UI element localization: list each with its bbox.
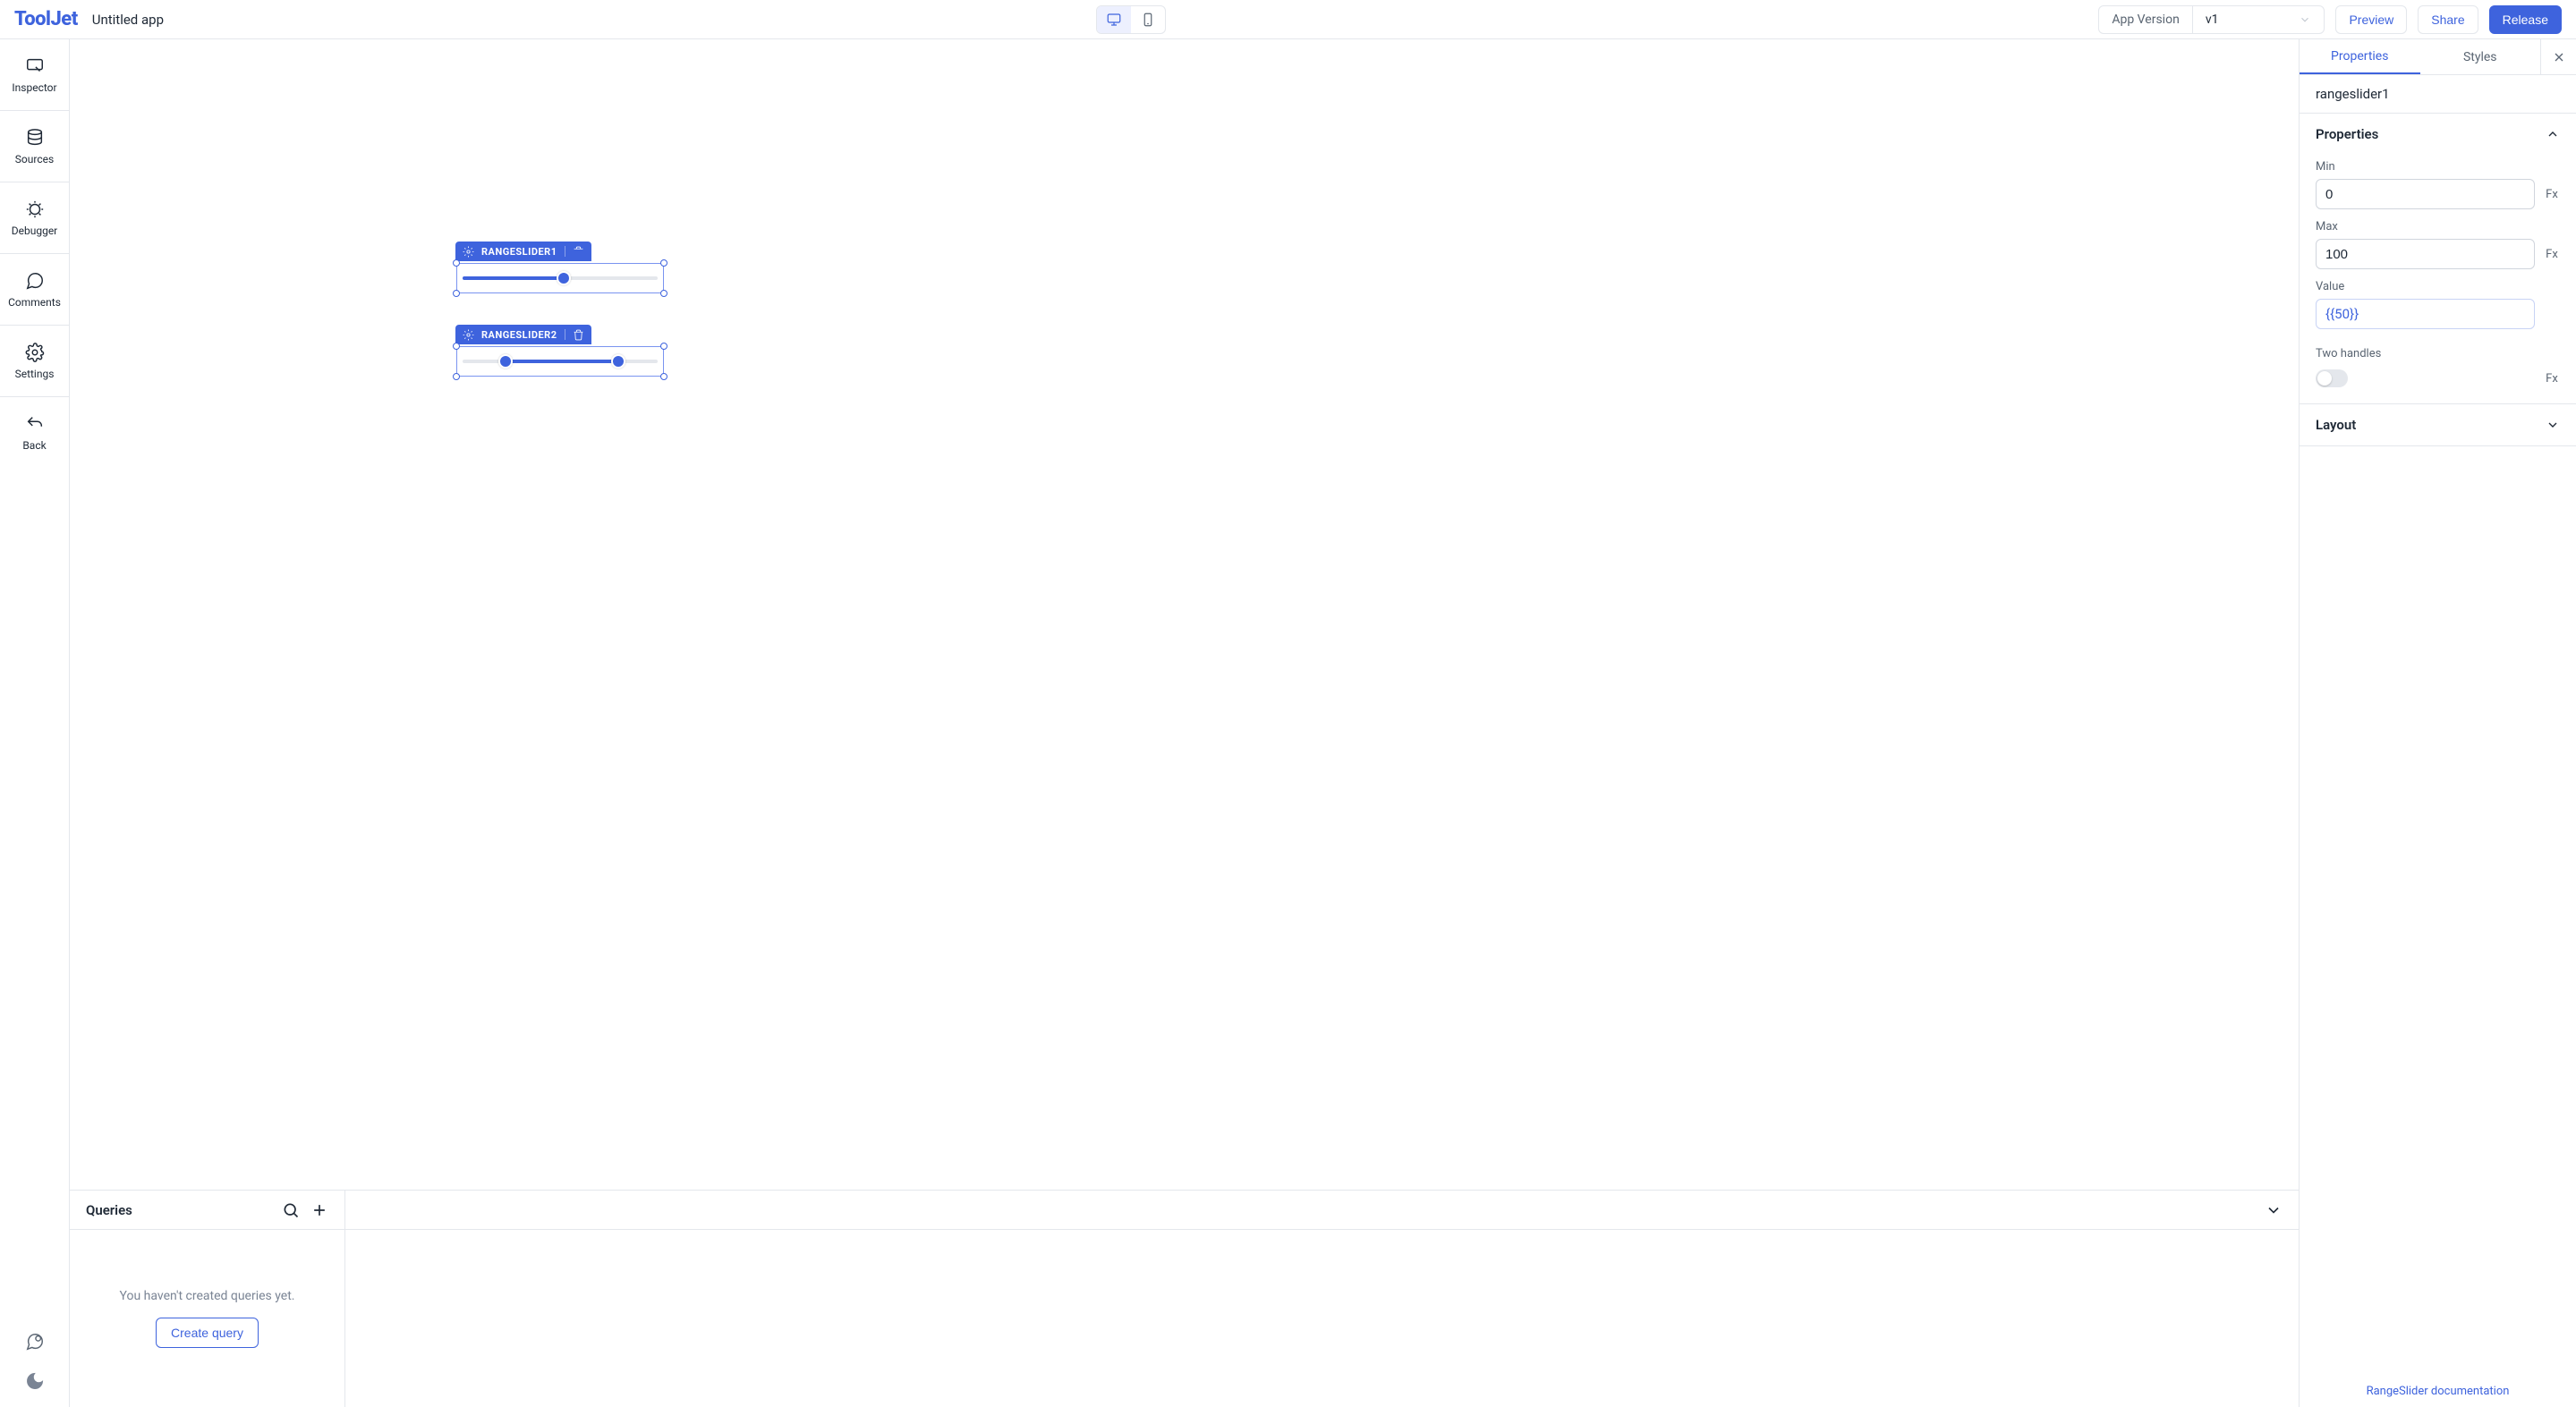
workspace: RANGESLIDER1 RANGESLIDER2 xyxy=(70,39,2299,1407)
value-input[interactable] xyxy=(2316,299,2535,329)
section-layout-title: Layout xyxy=(2316,417,2356,433)
dark-mode-icon[interactable] xyxy=(25,1371,45,1391)
fx-button-max[interactable]: Fx xyxy=(2544,248,2560,261)
preview-button[interactable]: Preview xyxy=(2335,5,2407,34)
rail-comments[interactable]: Comments xyxy=(0,254,69,326)
component-name[interactable]: rangeslider1 xyxy=(2300,75,2576,114)
widget-label: RANGESLIDER1 xyxy=(481,246,557,258)
chevron-down-icon[interactable] xyxy=(2265,1201,2283,1219)
widget-tag-rangeslider1[interactable]: RANGESLIDER1 xyxy=(455,242,591,261)
section-properties-header[interactable]: Properties xyxy=(2300,114,2576,155)
database-icon xyxy=(25,128,45,148)
back-icon xyxy=(25,414,45,434)
logo: ToolJet xyxy=(14,8,78,30)
min-label: Min xyxy=(2316,160,2560,174)
bug-icon xyxy=(25,199,45,219)
version-label: App Version xyxy=(2099,6,2192,33)
desktop-view-button[interactable] xyxy=(1097,6,1131,33)
slider-handle[interactable] xyxy=(557,271,571,285)
close-icon xyxy=(2552,50,2566,64)
monitor-icon xyxy=(1106,12,1122,28)
max-input[interactable] xyxy=(2316,239,2535,269)
gear-icon xyxy=(25,343,45,362)
two-handles-label: Two handles xyxy=(2316,347,2560,360)
share-button[interactable]: Share xyxy=(2418,5,2478,34)
chat-icon[interactable] xyxy=(25,1332,45,1352)
left-rail: Inspector Sources Debugger Comments Sett… xyxy=(0,39,70,1407)
mobile-icon xyxy=(1140,12,1156,28)
chevron-down-icon xyxy=(2546,418,2560,432)
device-toggle xyxy=(1096,5,1166,34)
rail-back-label: Back xyxy=(22,439,46,452)
slider-track[interactable] xyxy=(463,276,658,280)
rail-settings[interactable]: Settings xyxy=(0,326,69,397)
rail-comments-label: Comments xyxy=(8,296,61,309)
trash-icon[interactable] xyxy=(573,329,584,341)
chevron-up-icon xyxy=(2546,127,2560,141)
section-properties-title: Properties xyxy=(2316,126,2378,142)
rail-settings-label: Settings xyxy=(15,368,55,380)
slider-handle-high[interactable] xyxy=(611,354,625,369)
chevron-down-icon xyxy=(2299,13,2311,26)
rail-inspector-label: Inspector xyxy=(12,81,56,94)
tab-properties[interactable]: Properties xyxy=(2300,39,2420,74)
rail-inspector[interactable]: Inspector xyxy=(0,39,69,111)
value-label: Value xyxy=(2316,280,2560,293)
canvas[interactable]: RANGESLIDER1 RANGESLIDER2 xyxy=(70,39,2299,1190)
trash-icon[interactable] xyxy=(573,246,584,258)
queries-panel: Queries You haven't created queries yet.… xyxy=(70,1190,2299,1407)
create-query-button[interactable]: Create query xyxy=(156,1318,259,1348)
slider-track[interactable] xyxy=(463,360,658,363)
section-layout-header[interactable]: Layout xyxy=(2300,404,2576,445)
app-name[interactable]: Untitled app xyxy=(92,12,164,28)
top-bar: ToolJet Untitled app App Version v1 Prev… xyxy=(0,0,2576,39)
tab-styles[interactable]: Styles xyxy=(2420,39,2541,74)
inspector-icon xyxy=(25,56,45,76)
min-input[interactable] xyxy=(2316,179,2535,209)
rail-debugger[interactable]: Debugger xyxy=(0,182,69,254)
inspector-panel: Properties Styles rangeslider1 Propertie… xyxy=(2299,39,2576,1407)
gear-icon xyxy=(463,329,474,341)
fx-button-two-handles[interactable]: Fx xyxy=(2544,372,2560,386)
max-label: Max xyxy=(2316,220,2560,233)
widget-rangeslider2[interactable]: RANGESLIDER2 xyxy=(456,346,664,377)
widget-tag-rangeslider2[interactable]: RANGESLIDER2 xyxy=(455,325,591,344)
slider-handle-low[interactable] xyxy=(498,354,513,369)
plus-icon[interactable] xyxy=(310,1201,328,1219)
rail-sources-label: Sources xyxy=(15,153,54,165)
version-selector[interactable]: App Version v1 xyxy=(2098,5,2325,34)
queries-title: Queries xyxy=(86,1202,271,1218)
comment-icon xyxy=(25,271,45,291)
version-value: v1 xyxy=(2206,13,2219,27)
mobile-view-button[interactable] xyxy=(1131,6,1165,33)
release-button[interactable]: Release xyxy=(2489,5,2562,34)
queries-empty-text: You haven't created queries yet. xyxy=(120,1289,295,1303)
rail-debugger-label: Debugger xyxy=(12,225,58,237)
two-handles-toggle[interactable] xyxy=(2316,369,2348,387)
documentation-link[interactable]: RangeSlider documentation xyxy=(2367,1385,2510,1398)
inspector-close-button[interactable] xyxy=(2540,39,2576,74)
rail-sources[interactable]: Sources xyxy=(0,111,69,182)
gear-icon xyxy=(463,246,474,258)
widget-label: RANGESLIDER2 xyxy=(481,329,557,341)
widget-rangeslider1[interactable]: RANGESLIDER1 xyxy=(456,263,664,293)
fx-button-min[interactable]: Fx xyxy=(2544,188,2560,201)
search-icon[interactable] xyxy=(282,1201,300,1219)
rail-back[interactable]: Back xyxy=(0,397,69,469)
